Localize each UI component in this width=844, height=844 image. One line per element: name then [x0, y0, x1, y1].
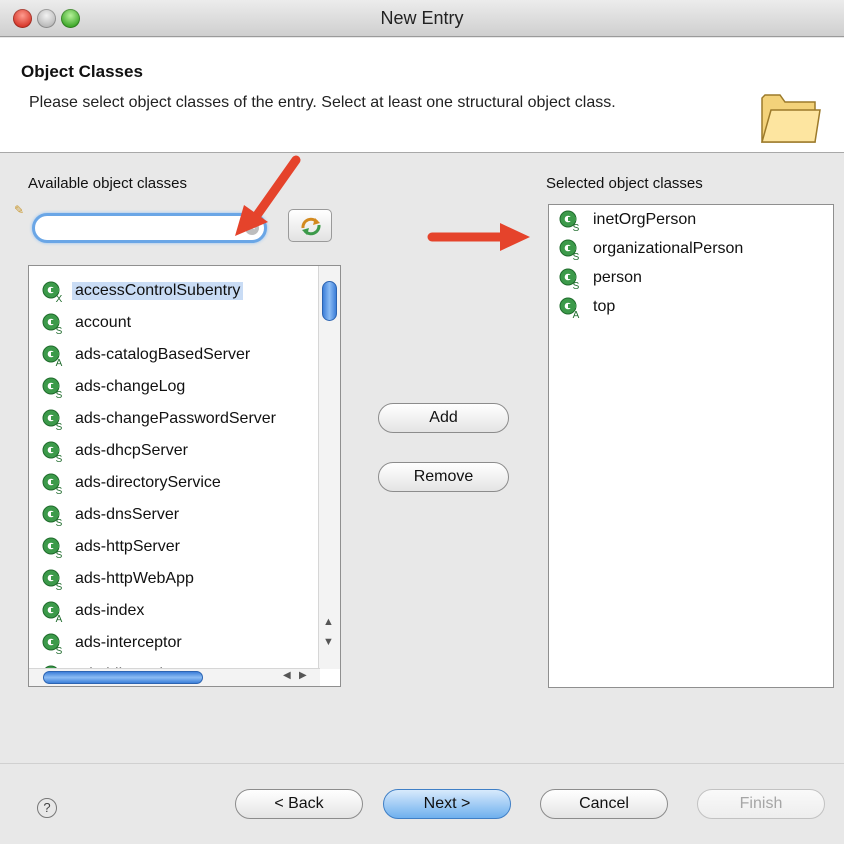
- object-class-icon: S: [42, 377, 63, 399]
- vertical-scroll-thumb[interactable]: [322, 281, 337, 321]
- object-class-icon: S: [559, 239, 580, 261]
- list-item[interactable]: Sads-directoryService: [29, 468, 319, 500]
- svg-text:S: S: [56, 518, 63, 527]
- object-class-icon: A: [559, 297, 580, 319]
- list-item[interactable]: Saccount: [29, 308, 319, 340]
- object-class-icon: S: [42, 313, 63, 335]
- list-item[interactable]: Sperson: [549, 265, 829, 294]
- list-item-label: ads-changeLog: [75, 378, 186, 395]
- next-button[interactable]: Next >: [383, 789, 511, 819]
- selected-classes-label: Selected object classes: [546, 175, 703, 192]
- list-item[interactable]: Sads-changeLog: [29, 372, 319, 404]
- svg-text:S: S: [56, 454, 63, 463]
- list-item[interactable]: Atop: [549, 294, 829, 323]
- svg-text:S: S: [56, 390, 63, 399]
- scroll-up-arrow-icon[interactable]: ▲: [323, 616, 334, 628]
- list-item[interactable]: SorganizationalPerson: [549, 236, 829, 265]
- svg-text:A: A: [56, 358, 63, 367]
- list-item-label: inetOrgPerson: [593, 211, 697, 228]
- svg-text:S: S: [573, 252, 580, 261]
- svg-text:A: A: [56, 614, 63, 623]
- object-class-icon: S: [42, 409, 63, 431]
- help-icon[interactable]: ?: [37, 798, 57, 818]
- selected-classes-list[interactable]: SinetOrgPerson SorganizationalPerson Spers…: [548, 204, 834, 688]
- folder-icon: [761, 94, 821, 143]
- page-title: Object Classes: [21, 62, 143, 81]
- list-item[interactable]: Sads-interceptor: [29, 628, 319, 660]
- list-item-label: accessControlSubentry: [72, 282, 244, 300]
- object-class-icon: A: [42, 345, 63, 367]
- object-class-icon: A: [42, 601, 63, 623]
- list-item[interactable]: Sads-httpServer: [29, 532, 319, 564]
- scroll-right-arrow-icon[interactable]: ▶: [299, 670, 307, 681]
- list-item-label: ads-interceptor: [75, 634, 182, 651]
- available-classes-list[interactable]: XaccessControlSubentry Saccount Aads-catal…: [28, 265, 341, 687]
- annotation-arrow-right-icon: [427, 223, 530, 251]
- wizard-header: Object Classes Please select object clas…: [0, 38, 844, 153]
- cancel-button[interactable]: Cancel: [540, 789, 668, 819]
- window-title: New Entry: [380, 8, 464, 28]
- list-item[interactable]: Sads-dnsServer: [29, 500, 319, 532]
- remove-button[interactable]: Remove: [378, 462, 509, 492]
- list-item[interactable]: SinetOrgPerson: [549, 207, 829, 236]
- svg-text:S: S: [56, 582, 63, 591]
- list-item-label: organizationalPerson: [593, 240, 744, 257]
- list-item-label: top: [593, 298, 616, 315]
- list-item-label: ads-httpWebApp: [75, 570, 194, 587]
- svg-text:X: X: [56, 294, 63, 303]
- new-entry-dialog: New Entry Object Classes Please select o…: [0, 0, 844, 844]
- scroll-left-arrow-icon[interactable]: ◀: [283, 670, 291, 681]
- object-class-icon: S: [42, 505, 63, 527]
- list-item[interactable]: Sads-httpWebApp: [29, 564, 319, 596]
- list-item[interactable]: Sads-dhcpServer: [29, 436, 319, 468]
- list-item-label: ads-catalogBasedServer: [75, 346, 251, 363]
- object-class-icon: S: [42, 537, 63, 559]
- object-class-icon: S: [42, 473, 63, 495]
- list-item-label: ads-dhcpServer: [75, 442, 188, 459]
- page-description: Please select object classes of the entr…: [29, 94, 616, 111]
- footer-separator: [0, 763, 844, 764]
- object-class-icon: S: [559, 268, 580, 290]
- object-class-icon: S: [559, 210, 580, 232]
- list-item-label: account: [75, 314, 132, 331]
- refresh-button[interactable]: [288, 209, 332, 242]
- scroll-down-arrow-icon[interactable]: ▼: [323, 636, 334, 648]
- svg-text:S: S: [56, 550, 63, 559]
- object-class-icon: X: [42, 281, 63, 303]
- content-assist-hint-icon: ✎: [14, 203, 25, 217]
- list-item[interactable]: Aads-catalogBasedServer: [29, 340, 319, 372]
- svg-text:S: S: [56, 326, 63, 335]
- list-item-label: ads-changePasswordServer: [75, 410, 276, 427]
- list-item-label: ads-dnsServer: [75, 506, 180, 523]
- filter-field[interactable]: ✕: [32, 213, 267, 243]
- list-item[interactable]: Aads-index: [29, 596, 319, 628]
- list-item[interactable]: XaccessControlSubentry: [29, 276, 319, 308]
- object-class-icon: S: [42, 633, 63, 655]
- svg-text:S: S: [573, 223, 580, 232]
- add-button[interactable]: Add: [378, 403, 509, 433]
- horizontal-scroll-thumb[interactable]: [43, 671, 203, 684]
- list-item-label: ads-directoryService: [75, 474, 221, 491]
- back-button[interactable]: < Back: [235, 789, 363, 819]
- title-bar: New Entry: [0, 0, 844, 37]
- svg-text:S: S: [56, 486, 63, 495]
- object-class-icon: S: [42, 569, 63, 591]
- svg-text:A: A: [573, 310, 580, 319]
- vertical-scrollbar[interactable]: ▲ ▼: [318, 266, 340, 669]
- list-item-label: person: [593, 269, 642, 286]
- svg-text:S: S: [56, 422, 63, 431]
- list-item-label: ads-httpServer: [75, 538, 180, 555]
- filter-input[interactable]: [45, 217, 235, 239]
- svg-text:S: S: [573, 281, 580, 290]
- list-item[interactable]: Sads-changePasswordServer: [29, 404, 319, 436]
- svg-text:S: S: [56, 646, 63, 655]
- refresh-icon: [301, 217, 321, 236]
- object-class-icon: S: [42, 441, 63, 463]
- available-classes-label: Available object classes: [28, 175, 187, 192]
- list-item-label: ads-index: [75, 602, 145, 619]
- finish-button: Finish: [697, 789, 825, 819]
- clear-filter-icon[interactable]: ✕: [245, 221, 259, 235]
- horizontal-scrollbar[interactable]: ◀ ▶: [29, 668, 320, 686]
